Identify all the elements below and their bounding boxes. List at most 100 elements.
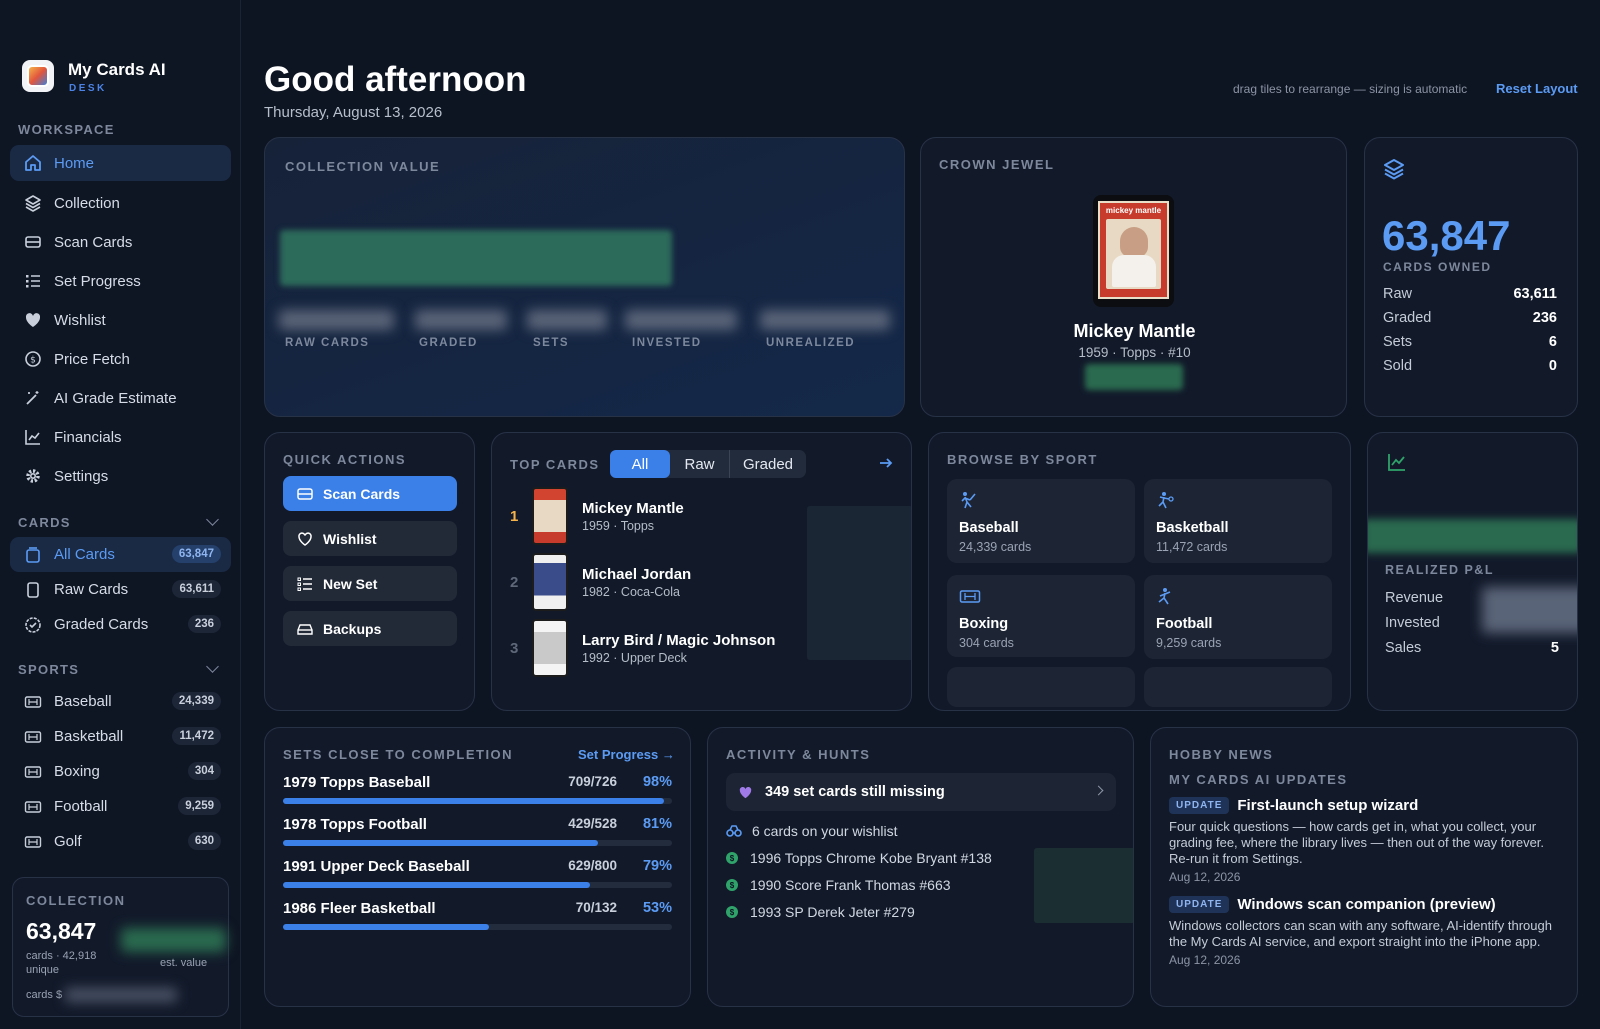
set-row[interactable]: 1979 Topps Baseball 709/726 98% xyxy=(283,774,672,804)
sidebar-item-label: Collection xyxy=(54,194,120,212)
sidebar-item-set-progress[interactable]: Set Progress xyxy=(10,263,231,299)
tab-graded[interactable]: Graded xyxy=(730,450,806,478)
chevron-down-icon[interactable] xyxy=(206,660,219,673)
rank: 1 xyxy=(510,507,519,525)
card-name: Mickey Mantle xyxy=(582,499,684,517)
home-icon xyxy=(24,154,42,172)
sidebar-item-label: Wishlist xyxy=(54,311,106,329)
sidebar-item-label: Baseball xyxy=(54,693,112,710)
wishlist-label: 6 cards on your wishlist xyxy=(752,823,898,839)
sport-card-football[interactable]: Football 9,259 cards xyxy=(1144,575,1332,659)
stat-label: INVESTED xyxy=(632,337,702,349)
progress-bar xyxy=(283,798,672,804)
card-meta: 1992 · Upper Deck xyxy=(582,650,687,665)
scanner-icon xyxy=(24,233,42,251)
sidebar-item-basketball[interactable]: Basketball 11,472 xyxy=(10,719,231,754)
stat-row: Raw 63,611 xyxy=(1383,286,1557,302)
redacted-value xyxy=(121,928,226,952)
cards-owned-count: 63,847 xyxy=(1382,212,1511,259)
scan-cards-button[interactable]: Scan Cards xyxy=(283,476,457,511)
tile-label: ACTIVITY & HUNTS xyxy=(726,747,871,762)
dollar-circle-icon: $ xyxy=(24,350,42,368)
sport-card-baseball[interactable]: Baseball 24,339 cards xyxy=(947,479,1135,563)
sport-card-basketball[interactable]: Basketball 11,472 cards xyxy=(1144,479,1332,563)
top-cards-filter[interactable]: All Raw Graded xyxy=(610,450,806,478)
set-row[interactable]: 1991 Upper Deck Baseball 629/800 79% xyxy=(283,858,672,888)
sidebar-item-label: Settings xyxy=(54,467,109,485)
button-label: Backups xyxy=(323,620,382,637)
button-label: New Set xyxy=(323,575,378,592)
tile-label: HOBBY NEWS xyxy=(1169,747,1274,762)
sidebar-item-all-cards[interactable]: All Cards 63,847 xyxy=(10,537,231,572)
collection-value-tile[interactable]: COLLECTION VALUE RAW CARDS GRADED SETS I… xyxy=(264,137,905,417)
sidebar-item-settings[interactable]: Settings xyxy=(10,458,231,494)
dollar-dot-icon: $ xyxy=(726,852,738,864)
hunt-item[interactable]: $1996 Topps Chrome Kobe Bryant #138 xyxy=(726,850,992,866)
crown-jewel-tile[interactable]: CROWN JEWEL mickey mantle Mickey Mantle … xyxy=(920,137,1347,417)
new-set-button[interactable]: New Set xyxy=(283,566,457,601)
stat-label: SETS xyxy=(533,337,570,349)
sport-card-boxing[interactable]: Boxing 304 cards xyxy=(947,575,1135,657)
sport-card-partial[interactable] xyxy=(1144,667,1332,707)
sidebar-item-baseball[interactable]: Baseball 24,339 xyxy=(10,684,231,719)
news-item[interactable]: UPDATE Windows scan companion (preview) W… xyxy=(1169,896,1561,967)
card-slab[interactable]: mickey mantle xyxy=(1093,195,1174,307)
sidebar-item-financials[interactable]: Financials xyxy=(10,419,231,455)
redacted-value xyxy=(1482,587,1577,633)
dollar-dot-icon: $ xyxy=(726,906,738,918)
wishlist-button[interactable]: Wishlist xyxy=(283,521,457,556)
sidebar-item-graded-cards[interactable]: Graded Cards 236 xyxy=(10,607,231,642)
sidebar-item-wishlist[interactable]: Wishlist xyxy=(10,302,231,338)
card-thumbnail xyxy=(532,553,568,611)
page-date: Thursday, August 13, 2026 xyxy=(264,104,443,121)
checklist-icon xyxy=(297,576,313,592)
stat-row: Sold 0 xyxy=(1383,358,1557,374)
sport-card-partial[interactable] xyxy=(947,667,1135,707)
wishlist-row[interactable]: 6 cards on your wishlist xyxy=(726,823,898,839)
top-card-row[interactable]: 1 Mickey Mantle 1959 · Topps xyxy=(510,486,684,546)
sidebar-item-price-fetch[interactable]: $ Price Fetch xyxy=(10,341,231,377)
sidebar-item-boxing[interactable]: Boxing 304 xyxy=(10,754,231,789)
realized-pnl-tile[interactable]: REALIZED P&L Revenue Invested Sales 5 xyxy=(1367,432,1578,711)
news-item[interactable]: UPDATE First-launch setup wizard Four qui… xyxy=(1169,797,1561,884)
set-progress-link[interactable]: Set Progress → xyxy=(578,747,675,762)
arrow-right-icon[interactable] xyxy=(879,456,893,475)
set-row[interactable]: 1986 Fleer Basketball 70/132 53% xyxy=(283,900,672,930)
card-icon xyxy=(24,581,42,599)
card-name: Larry Bird / Magic Johnson xyxy=(582,631,776,649)
sidebar-item-label: Price Fetch xyxy=(54,350,130,368)
sidebar-item-label: Scan Cards xyxy=(54,233,133,251)
sidebar-item-collection[interactable]: Collection xyxy=(10,185,231,221)
tab-all[interactable]: All xyxy=(610,450,670,478)
set-row[interactable]: 1978 Topps Football 429/528 81% xyxy=(283,816,672,846)
count-badge: 630 xyxy=(187,832,221,850)
top-card-row[interactable]: 2 Michael Jordan 1982 · Coca-Cola xyxy=(510,552,691,612)
card-meta: 1982 · Coca-Cola xyxy=(582,584,680,599)
sidebar-item-golf[interactable]: Golf 630 xyxy=(10,824,231,859)
sidebar-item-label: Financials xyxy=(54,428,122,446)
sport-count: 304 cards xyxy=(959,636,1014,650)
reset-layout-button[interactable]: Reset Layout xyxy=(1496,81,1578,96)
sidebar-item-football[interactable]: Football 9,259 xyxy=(10,789,231,824)
tab-raw[interactable]: Raw xyxy=(670,450,730,478)
sidebar-item-home[interactable]: Home xyxy=(10,145,231,181)
sport-ring-icon xyxy=(24,833,42,851)
hunt-item[interactable]: $1990 Score Frank Thomas #663 xyxy=(726,877,951,893)
hunt-item[interactable]: $1993 SP Derek Jeter #279 xyxy=(726,904,915,920)
cards-owned-tile[interactable]: 63,847 CARDS OWNED Raw 63,611 Graded 236 S… xyxy=(1364,137,1578,417)
chevron-down-icon[interactable] xyxy=(206,513,219,526)
sport-ring-icon xyxy=(24,798,42,816)
top-cards-tile: TOP CARDS All Raw Graded 1 Mickey Mantle… xyxy=(491,432,912,711)
redacted-value xyxy=(1034,848,1133,923)
backups-button[interactable]: Backups xyxy=(283,611,457,646)
top-card-row[interactable]: 3 Larry Bird / Magic Johnson 1992 · Upper… xyxy=(510,618,775,678)
gear-icon xyxy=(24,467,42,485)
news-body: Windows collectors can scan with any sof… xyxy=(1169,918,1552,949)
sidebar-item-raw-cards[interactable]: Raw Cards 63,611 xyxy=(10,572,231,607)
sidebar: My Cards AI DESK WORKSPACE Home Collecti… xyxy=(0,0,241,1029)
sidebar-item-scan-cards[interactable]: Scan Cards xyxy=(10,224,231,260)
missing-cards-row[interactable]: 349 set cards still missing xyxy=(726,773,1116,811)
sport-count: 24,339 cards xyxy=(959,540,1032,554)
tile-label: TOP CARDS xyxy=(510,457,600,472)
sidebar-item-ai-grade-estimate[interactable]: AI Grade Estimate xyxy=(10,380,231,416)
